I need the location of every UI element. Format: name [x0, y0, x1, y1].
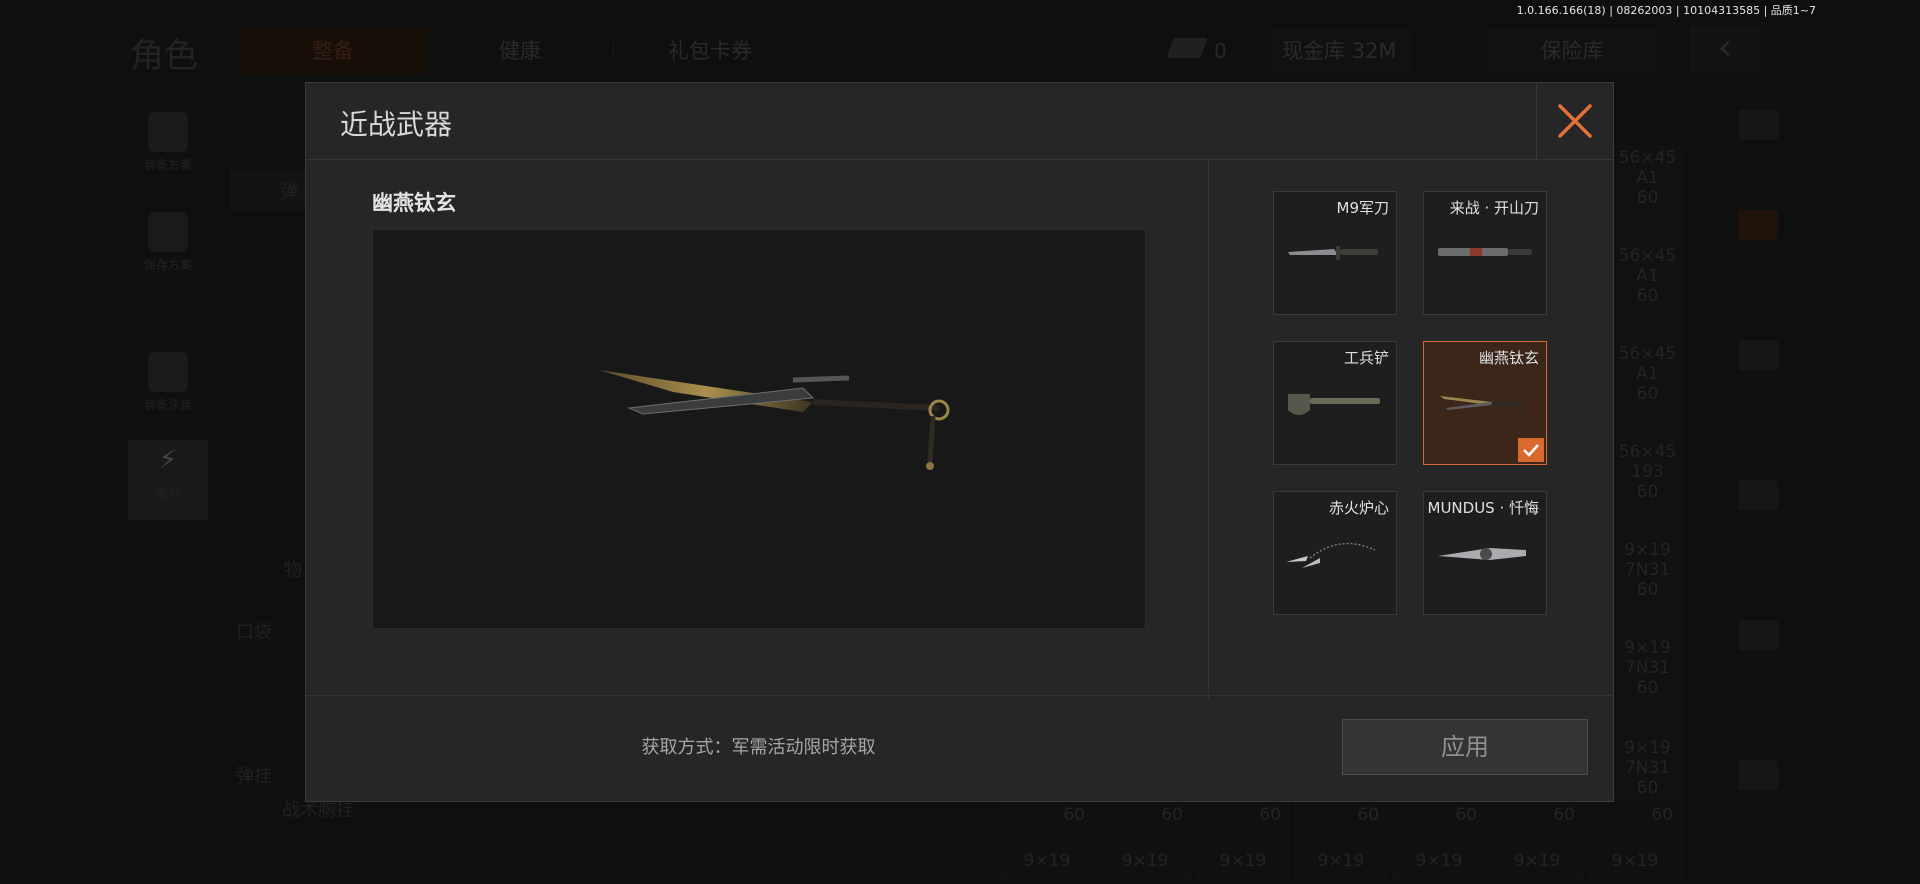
machete-icon: [1438, 248, 1532, 256]
weapon-tile-shovel[interactable]: 工兵铲: [1273, 341, 1397, 465]
twin-blade-icon: [1440, 396, 1523, 419]
melee-weapon-dialog: 近战武器 幽燕钛玄 M9军刀 来战 · 开山刀 工兵铲 幽燕钛玄 赤火炉心 MU…: [305, 82, 1614, 802]
weapon-tile-label: MUNDUS · 忏悔: [1427, 499, 1540, 517]
twin-blade-preview-image: [599, 370, 950, 470]
weapon-tile-m9[interactable]: M9军刀: [1273, 191, 1397, 315]
acquire-method-text: 获取方式：军需活动限时获取: [641, 737, 876, 758]
dialog-title: 近战武器: [340, 108, 453, 141]
rope-dart-icon: [1286, 543, 1376, 568]
weapon-tile-chihuo[interactable]: 赤火炉心: [1273, 491, 1397, 615]
ornate-knife-icon: [1438, 548, 1526, 560]
knife-icon: [1288, 246, 1378, 260]
selected-check-icon: [1518, 438, 1544, 462]
weapon-tile-youyan[interactable]: 幽燕钛玄: [1423, 341, 1547, 465]
preview-weapon-name: 幽燕钛玄: [372, 191, 456, 215]
weapon-tile-mundus[interactable]: MUNDUS · 忏悔: [1423, 491, 1547, 615]
apply-button[interactable]: 应用: [1342, 719, 1588, 775]
weapon-tile-label: M9军刀: [1336, 199, 1390, 217]
weapon-tile-label: 幽燕钛玄: [1478, 349, 1539, 367]
weapon-tile-machete[interactable]: 来战 · 开山刀: [1423, 191, 1547, 315]
shovel-icon: [1288, 394, 1380, 415]
weapon-tile-label: 来战 · 开山刀: [1449, 199, 1539, 217]
dialog-header: 近战武器: [306, 83, 1613, 160]
version-info: 1.0.166.166(18) | 08262003 | 10104313585…: [1516, 4, 1816, 17]
vertical-divider: [1208, 160, 1209, 700]
weapon-preview[interactable]: [372, 229, 1146, 629]
close-icon: [1558, 104, 1592, 138]
close-button[interactable]: [1536, 83, 1613, 159]
weapon-tile-label: 赤火炉心: [1328, 499, 1389, 517]
weapon-tile-label: 工兵铲: [1343, 349, 1389, 367]
horizontal-divider: [306, 695, 1613, 696]
